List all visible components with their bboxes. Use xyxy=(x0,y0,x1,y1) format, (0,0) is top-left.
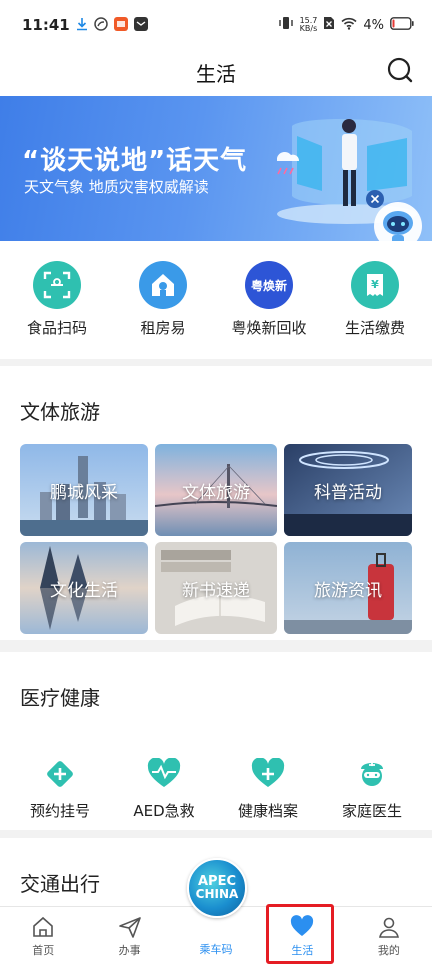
yuan-badge-text: ¥ xyxy=(371,278,379,291)
quick-label: 食品扫码 xyxy=(26,319,87,337)
net-speed-unit: KB/s xyxy=(299,24,318,33)
yuan-receipt-icon: ¥ xyxy=(351,261,399,309)
weather-banner[interactable]: “谈天说地”话天气 天文气象 地质灾害权威解读 xyxy=(0,96,432,241)
tile-label: 科普活动 xyxy=(314,482,382,503)
net-speed: 15.7 KB/s xyxy=(300,17,318,33)
tile-city-scenery[interactable]: 鹏城风采 xyxy=(20,444,148,536)
medical-services: 预约挂号 AED急救 健康档案 家庭医生 xyxy=(0,756,432,821)
app-swirl-icon xyxy=(94,16,108,35)
tab-mine[interactable]: 我的 xyxy=(346,907,432,964)
tile-new-books[interactable]: 新书速递 xyxy=(155,542,277,634)
user-icon xyxy=(378,917,399,938)
tile-label: 文化生活 xyxy=(50,580,118,601)
tab-label: 首页 xyxy=(32,944,55,957)
tile-label: 新书速递 xyxy=(182,580,250,601)
no-sim-icon xyxy=(323,16,335,34)
vibrate-icon xyxy=(278,16,294,34)
banner-headline: “谈天说地”话天气 xyxy=(22,146,248,176)
recycle-badge-icon: 粤焕新 xyxy=(245,261,293,309)
medical-label: 预约挂号 xyxy=(29,802,90,820)
heart-pulse-icon xyxy=(146,756,182,792)
medical-appointment[interactable]: 预约挂号 xyxy=(10,756,110,821)
tab-home[interactable]: 首页 xyxy=(0,907,86,964)
taobao-icon xyxy=(113,16,128,35)
battery-text: 4% xyxy=(363,17,384,33)
tile-cultural-life[interactable]: 文化生活 xyxy=(20,542,148,634)
quick-rent-house[interactable]: 租房易 xyxy=(113,241,213,359)
section-title: 文体旅游 xyxy=(20,400,100,424)
status-time: 11:41 xyxy=(22,16,70,34)
tab-label: 我的 xyxy=(377,944,400,957)
tile-science-events[interactable]: 科普活动 xyxy=(284,444,412,536)
quick-food-scan[interactable]: 食品扫码 xyxy=(7,241,107,359)
quick-utility-pay[interactable]: ¥ 生活缴费 xyxy=(325,241,425,359)
tile-label: 文体旅游 xyxy=(182,482,250,503)
apec-badge-icon[interactable]: APEC CHINA xyxy=(187,858,247,918)
send-icon xyxy=(118,917,141,938)
quick-label: 生活缴费 xyxy=(344,319,405,337)
section-title: 医疗健康 xyxy=(20,686,100,710)
tab-services[interactable]: 办事 xyxy=(86,907,172,964)
heart-plus-icon xyxy=(250,756,286,792)
quick-recycle[interactable]: 粤焕新 粤焕新回收 xyxy=(219,241,319,359)
search-button[interactable] xyxy=(386,56,414,84)
medical-aed[interactable]: AED急救 xyxy=(114,756,214,821)
culture-section: 文体旅游 鹏城风采 文体旅游 科普活动 文化生活 新书速递 旅游资讯 xyxy=(0,366,432,640)
medical-health-record[interactable]: 健康档案 xyxy=(218,756,318,821)
tile-label: 旅游资讯 xyxy=(314,580,382,601)
medical-label: 健康档案 xyxy=(237,802,298,820)
culture-tiles: 鹏城风采 文体旅游 科普活动 文化生活 新书速递 旅游资讯 xyxy=(20,444,412,634)
plus-diamond-icon xyxy=(42,756,78,792)
apec-line2: CHINA xyxy=(195,887,239,901)
medical-section: 医疗健康 预约挂号 AED急救 健康档案 家庭医生 xyxy=(0,652,432,830)
title-bar: 生活 xyxy=(0,50,432,96)
section-title: 交通出行 xyxy=(20,872,100,896)
status-bar: 11:41 15.7 KB/s 4% xyxy=(0,0,432,50)
page-title: 生活 xyxy=(196,62,236,86)
tab-label: 办事 xyxy=(118,944,141,957)
download-icon xyxy=(76,16,88,35)
medical-label: 家庭医生 xyxy=(341,802,402,820)
medical-family-doctor[interactable]: 家庭医生 xyxy=(322,756,422,821)
doctor-icon xyxy=(354,756,390,792)
quick-services: 食品扫码 租房易 粤焕新 粤焕新回收 ¥ 生活缴费 xyxy=(0,241,432,359)
tile-travel-info[interactable]: 旅游资讯 xyxy=(284,542,412,634)
quick-label: 租房易 xyxy=(140,319,186,337)
tab-label: 乘车码 xyxy=(199,943,233,956)
tab-life[interactable]: 生活 xyxy=(259,907,345,964)
house-icon xyxy=(139,261,187,309)
recycle-badge-text: 粤焕新 xyxy=(250,278,287,293)
battery-icon xyxy=(390,16,414,34)
home-icon xyxy=(33,916,54,937)
tile-culture-sports[interactable]: 文体旅游 xyxy=(155,444,277,536)
assistant-robot-icon[interactable] xyxy=(372,200,424,241)
search-icon xyxy=(387,57,413,83)
message-app-icon xyxy=(133,16,148,35)
tab-label: 生活 xyxy=(291,944,314,957)
medical-label: AED急救 xyxy=(133,802,195,820)
tile-label: 鹏城风采 xyxy=(50,482,118,503)
banner-subtitle: 天文气象 地质灾害权威解读 xyxy=(24,178,209,196)
scan-face-icon xyxy=(33,261,81,309)
wifi-icon xyxy=(341,17,357,34)
heart-icon xyxy=(291,915,314,936)
quick-label: 粤焕新回收 xyxy=(231,319,307,337)
